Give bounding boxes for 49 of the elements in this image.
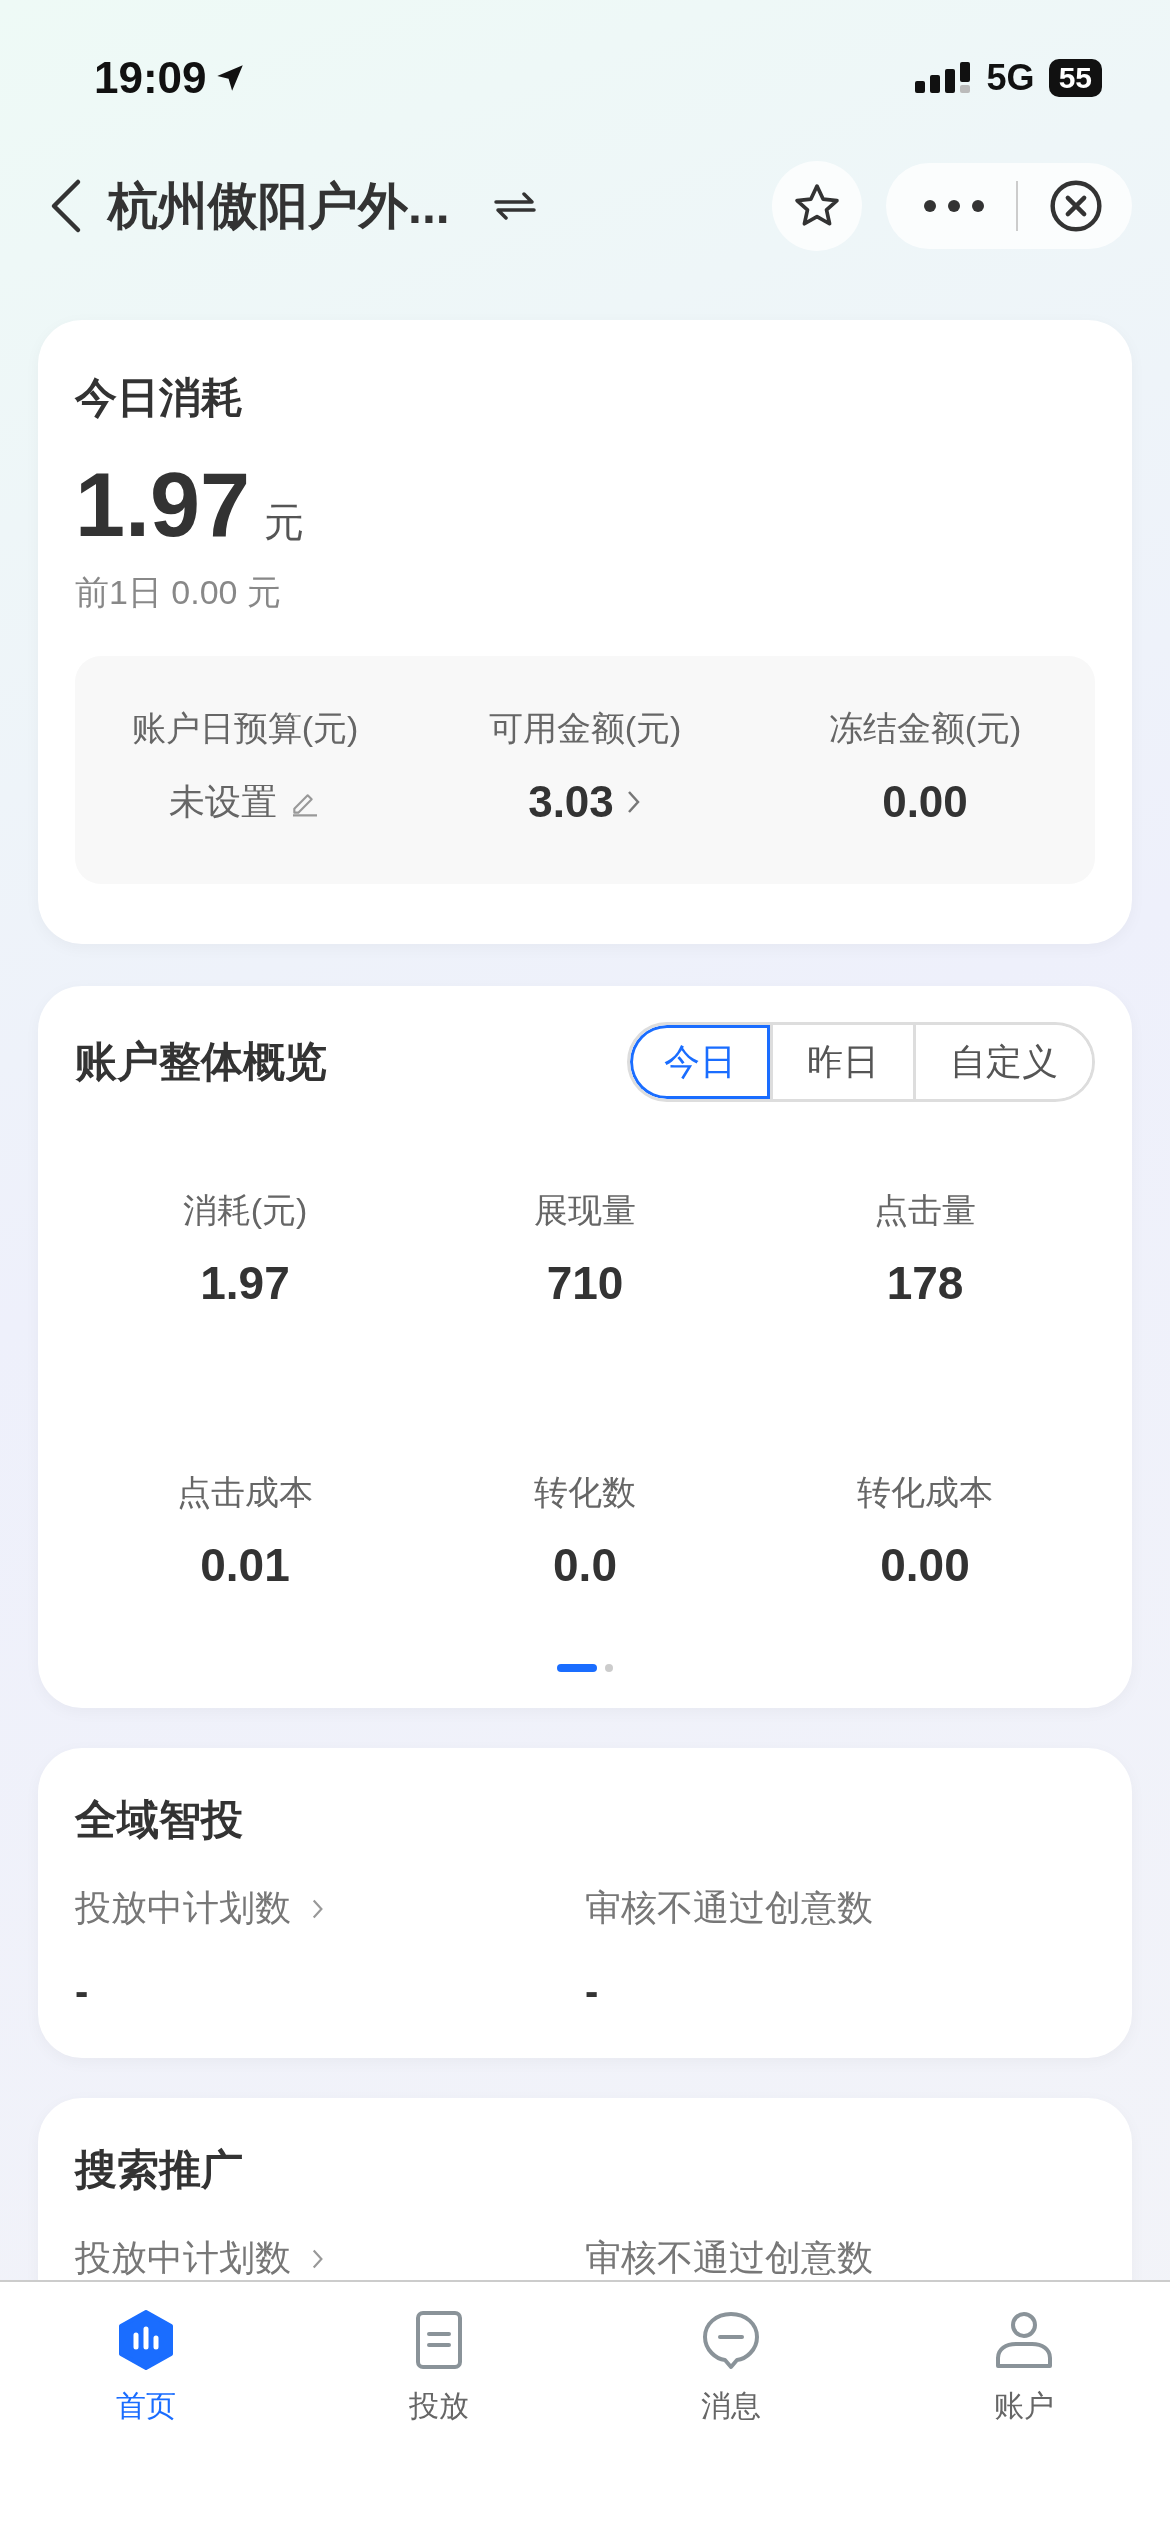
metric-label: 消耗(元)	[182, 1190, 308, 1231]
metric-value: 178	[886, 1256, 964, 1310]
stat-value: 3.03	[528, 777, 614, 827]
page-title: 杭州傲阳户外...	[108, 176, 450, 236]
item-value: -	[585, 1969, 600, 2014]
card-title: 账户整体概览	[75, 1037, 327, 1087]
date-tab[interactable]: 今日	[630, 1025, 770, 1099]
signal-icon	[914, 61, 973, 95]
stat-value: 未设置	[169, 779, 277, 824]
stat-label: 账户日预算(元)	[131, 708, 359, 749]
spend-amount: 1.97	[75, 460, 251, 550]
metric-label: 转化成本	[857, 1472, 993, 1513]
swap-icon[interactable]	[493, 191, 536, 221]
metric-value: 0.01	[200, 1538, 290, 1592]
tab-bar-item[interactable]: 投放	[400, 2302, 477, 2435]
chart-icon	[117, 2310, 176, 2370]
metric-value: 710	[546, 1256, 624, 1310]
more-icon[interactable]	[922, 198, 986, 214]
chat-bubble-icon	[701, 2310, 762, 2370]
document-icon	[414, 2310, 463, 2370]
tab-bar-item[interactable]: 账户	[985, 2302, 1062, 2435]
card-title: 全域智投	[75, 1795, 244, 1845]
metric-value: 0.0	[553, 1538, 617, 1592]
metric-value: 0.00	[880, 1538, 970, 1592]
item-label: 审核不通过创意数	[585, 2236, 873, 2280]
card-title: 搜索推广	[75, 2145, 244, 2195]
stat-label: 可用金额(元)	[488, 708, 682, 749]
card-title: 今日消耗	[75, 373, 244, 423]
metric-value: 1.97	[200, 1256, 290, 1310]
amount-unit: 元	[264, 499, 305, 546]
close-icon[interactable]	[1048, 178, 1104, 234]
date-tab[interactable]: 自定义	[913, 1025, 1092, 1099]
status-time: 19:09	[94, 53, 207, 103]
item-label: 投放中计划数	[75, 2236, 291, 2280]
item-label: 投放中计划数	[75, 1886, 291, 1930]
stat-label: 冻结金额(元)	[828, 708, 1022, 749]
metric-label: 转化数	[534, 1472, 636, 1513]
item-label: 审核不通过创意数	[585, 1886, 873, 1930]
metric-label: 点击量	[874, 1190, 976, 1231]
battery-level: 55	[1048, 59, 1102, 97]
metric-label: 展现量	[534, 1190, 636, 1231]
metric-label: 点击成本	[177, 1472, 313, 1513]
user-icon	[993, 2310, 1054, 2370]
item-value: -	[75, 1969, 90, 2014]
stat-value: 0.00	[882, 777, 968, 827]
tab-bar-item[interactable]: 首页	[108, 2302, 185, 2435]
previous-day-spend: 前1日 0.00 元	[75, 572, 282, 613]
tab-bar-item[interactable]: 消息	[693, 2302, 770, 2435]
network-label: 5G	[986, 57, 1035, 99]
